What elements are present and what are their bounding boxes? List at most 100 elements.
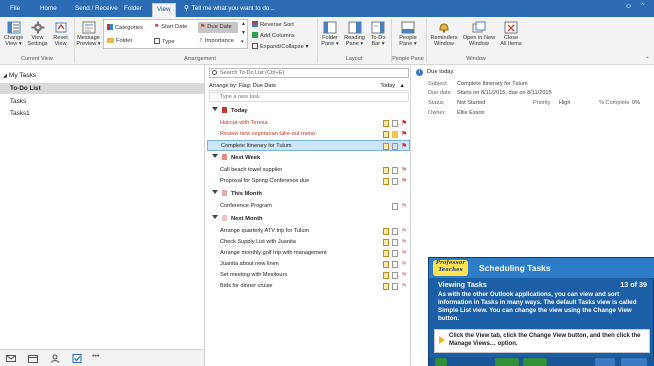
arrange-due-date[interactable]: ⚑ Due Date (198, 22, 238, 33)
people-pane-button[interactable]: People Pane ▾ (394, 21, 422, 47)
task-row[interactable]: Bids for dinner cruise ⚑ (207, 281, 410, 292)
reverse-sort-button[interactable]: Reverse Sort (252, 21, 294, 29)
flag-icon[interactable]: ⚑ (401, 272, 407, 279)
reminder-bell-icon (383, 250, 389, 257)
task-row[interactable]: Haircut with Teresa ⚑ (207, 118, 410, 129)
tutorial-nav-button[interactable] (495, 358, 519, 366)
mail-icon[interactable] (6, 354, 16, 363)
tutorial-back-button[interactable] (595, 358, 615, 366)
reset-view-button[interactable]: Reset View (50, 21, 71, 47)
arrange-type[interactable]: Type (154, 38, 175, 45)
group-header-today[interactable]: Today (212, 106, 409, 116)
open-new-window-button[interactable]: Open in New Window (461, 21, 497, 47)
tutorial-nav-button[interactable] (435, 358, 447, 366)
task-row[interactable]: Arrange monthly golf trip with managemen… (207, 248, 410, 259)
group-header-next-month[interactable]: Next Month (212, 214, 409, 224)
gallery-more-icon[interactable]: ▾ (241, 39, 244, 45)
task-row-selected[interactable]: Complete Itinerary for Tulum ⚑ (207, 140, 410, 151)
tell-me-box[interactable]: ⚲ Tell me what you want to do... (184, 3, 278, 15)
change-view-button[interactable]: Change View ▾ (2, 21, 25, 47)
arrange-categories[interactable]: Categories (107, 24, 143, 31)
view-settings-button[interactable]: View Settings (26, 21, 49, 47)
task-row[interactable]: Set meeting with Mexitours ⚑ (207, 270, 410, 281)
close-all-items-button[interactable]: Close All Items (498, 21, 524, 47)
flag-icon[interactable]: ⚑ (401, 239, 407, 246)
flag-icon[interactable]: ⚑ (401, 178, 407, 185)
category-box-icon[interactable] (392, 272, 398, 279)
flag-icon[interactable]: ⚑ (401, 261, 407, 268)
my-tasks-header[interactable]: ◢ My Tasks (3, 72, 36, 79)
tutorial-next-button[interactable] (621, 358, 647, 366)
tab-send-receive[interactable]: Send / Receive (71, 3, 122, 17)
tutorial-nav-button[interactable] (523, 358, 547, 366)
flag-icon[interactable]: ⚑ (401, 120, 407, 127)
reset-view-line2: View (54, 41, 67, 47)
collapse-ribbon-icon[interactable]: ⌃ (638, 2, 647, 12)
group-label-layout: Layout (345, 56, 363, 62)
flag-icon[interactable]: ⚑ (401, 203, 407, 210)
arrange-start-date[interactable]: ⚑ Start Date (154, 24, 187, 30)
category-box-icon[interactable] (392, 131, 398, 138)
folder-pane-button[interactable]: Folder Pane ▾ (319, 21, 341, 47)
category-box-icon[interactable] (392, 178, 398, 185)
message-preview-button[interactable]: Message Preview ▾ (76, 21, 101, 47)
tab-folder[interactable]: Folder (120, 3, 146, 17)
category-box-icon[interactable] (392, 120, 398, 127)
add-columns-label: Add Columns (260, 33, 295, 39)
category-box-icon[interactable] (392, 203, 398, 210)
people-icon[interactable] (50, 354, 60, 363)
arrange-importance[interactable]: ! Importance (200, 38, 234, 44)
task-row[interactable]: Proposal for Spring Conference due ⚑ (207, 176, 410, 187)
expand-collapse-button[interactable]: Expand/Collapse ▾ (252, 43, 308, 51)
reading-pane-button[interactable]: Reading Pane ▾ (342, 21, 367, 47)
category-box-icon[interactable] (392, 261, 398, 268)
reminders-window-button[interactable]: Reminders Window (428, 21, 460, 47)
category-box-icon[interactable] (392, 283, 398, 290)
search-input[interactable]: Search To-Do List (Ctrl+E) (209, 68, 409, 78)
flag-icon[interactable]: ⚑ (401, 228, 407, 235)
category-box-icon[interactable] (392, 228, 398, 235)
calendar-icon[interactable] (28, 354, 38, 363)
gallery-scroll-down-icon[interactable]: ▼ (241, 30, 246, 36)
category-box-icon[interactable] (392, 239, 398, 246)
task-row[interactable]: Conference Program ⚑ (207, 201, 410, 212)
group-header-next-week[interactable]: Next Week (212, 153, 409, 163)
folder-item-tasks1[interactable]: Tasks1 (0, 108, 204, 119)
arrange-folder[interactable]: Folder (107, 38, 132, 44)
arrange-sort-label[interactable]: Today (380, 81, 395, 91)
gallery-scroll-up-icon[interactable]: ▲ (241, 21, 246, 27)
flag-icon[interactable]: ⚑ (401, 250, 407, 257)
tasks-icon[interactable] (72, 354, 82, 363)
arrange-by-header[interactable]: Arrange by: Flag: Due Date Today ▲ (209, 81, 409, 91)
tab-file[interactable]: File (6, 3, 24, 17)
more-options-icon[interactable]: ••• (92, 353, 99, 360)
reminder-bell-icon (383, 167, 389, 174)
reminder-bell-icon (383, 143, 389, 150)
sort-up-icon[interactable]: ▲ (400, 81, 405, 91)
task-row[interactable]: Arrange quarterly ATV trip for Tulum ⚑ (207, 226, 410, 237)
add-columns-button[interactable]: Add Columns (252, 32, 295, 40)
flag-icon[interactable]: ⚑ (401, 131, 407, 138)
tab-view[interactable]: View (152, 3, 176, 17)
task-row[interactable]: Call beach towel supplier ⚑ (207, 165, 410, 176)
category-box-icon[interactable] (392, 143, 398, 150)
field-key: Priority (533, 100, 551, 106)
task-row[interactable]: Review new vegetarian take-out menu ⚑ (207, 129, 410, 140)
folder-item-todo-list[interactable]: To-Do List (0, 83, 204, 94)
flag-icon[interactable]: ⚑ (401, 167, 407, 174)
flag-icon[interactable]: ⚑ (401, 143, 407, 150)
task-row[interactable]: Juanita about new linen ⚑ (207, 259, 410, 270)
task-row[interactable]: Check Supply List with Juanita ⚑ (207, 237, 410, 248)
task-title: Arrange monthly golf trip with managemen… (220, 250, 327, 256)
group-header-this-month[interactable]: This Month (212, 189, 409, 199)
tab-home[interactable]: Home (36, 3, 61, 17)
flag-icon[interactable]: ⚑ (401, 283, 407, 290)
ribbon-collapse-icon[interactable]: ⌃ (645, 56, 650, 63)
smiley-icon[interactable]: ☺ (624, 2, 633, 12)
todo-bar-button[interactable]: To-Do Bar ▾ (368, 21, 388, 47)
task-title: Call beach towel supplier (220, 167, 283, 173)
new-task-input[interactable]: Type a new task (209, 92, 409, 102)
category-box-icon[interactable] (392, 167, 398, 174)
category-box-icon[interactable] (392, 250, 398, 257)
folder-item-tasks[interactable]: Tasks (0, 96, 204, 107)
